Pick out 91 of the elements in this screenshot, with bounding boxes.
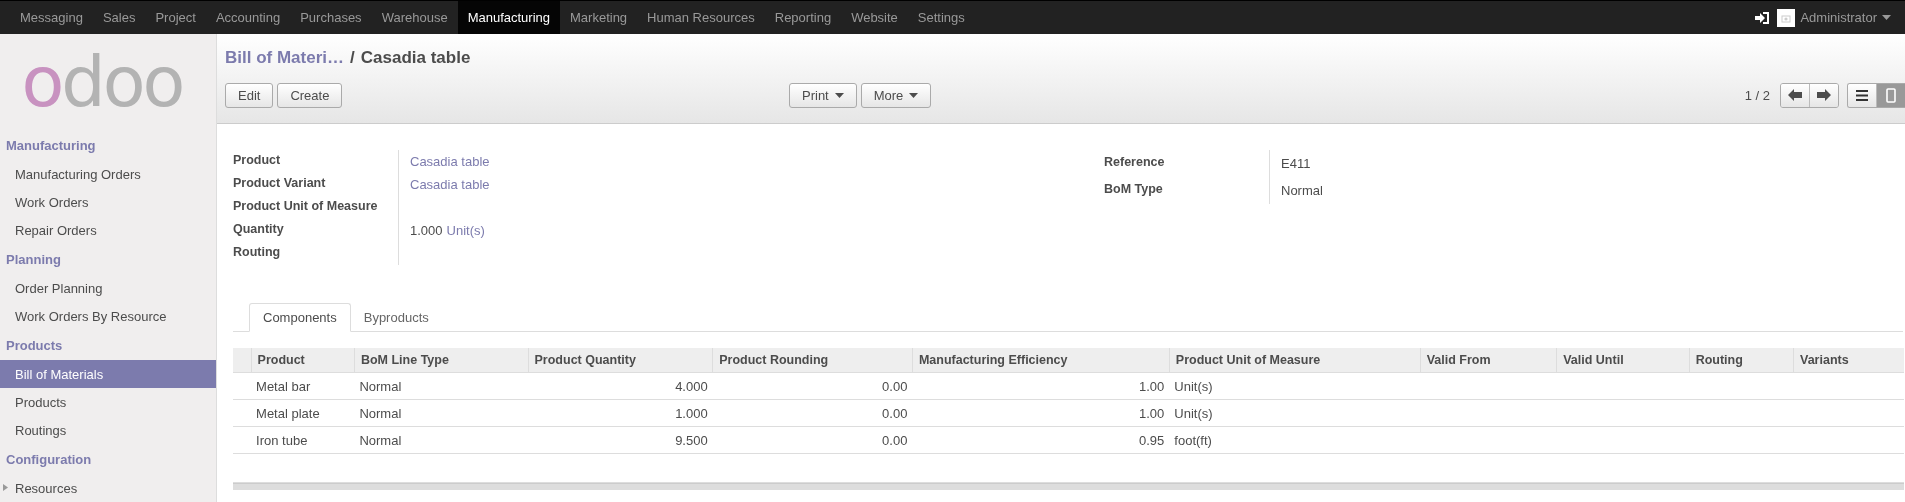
table-cell: 1.00: [912, 399, 1170, 427]
table-cell: Metal bar: [251, 372, 355, 400]
field-label: Quantity: [233, 221, 285, 238]
sidebar-item[interactable]: Resources: [0, 474, 216, 502]
sidebar-item[interactable]: Order Planning: [0, 274, 216, 302]
field-label: Routing: [233, 244, 282, 261]
field-value: 1.000: [410, 223, 443, 238]
field-label: BoM Type: [1104, 181, 1164, 198]
table-cell: 0.95: [912, 426, 1170, 454]
menu-item[interactable]: Purchases: [290, 1, 372, 34]
column-header[interactable]: Valid Until: [1556, 348, 1690, 373]
field-label: Reference: [1104, 154, 1166, 171]
sidebar-item[interactable]: Bill of Materials: [0, 360, 216, 388]
column-header[interactable]: Valid From: [1420, 348, 1557, 373]
form-view-icon: [1886, 87, 1896, 103]
column-header[interactable]: Variants: [1793, 348, 1904, 373]
table-cell: 0.00: [712, 426, 913, 454]
horizontal-scrollbar[interactable]: [233, 483, 1904, 490]
tab[interactable]: Byproducts: [350, 303, 442, 331]
field-label: Product: [233, 152, 282, 169]
caret-icon: [1882, 15, 1891, 20]
pager-counter: 1 / 2: [1744, 87, 1770, 103]
table-cell: 0.00: [712, 372, 913, 400]
avatar-icon: [1777, 8, 1796, 27]
sidebar-item[interactable]: Repair Orders: [0, 216, 216, 244]
table-cell: Unit(s): [1169, 399, 1421, 427]
breadcrumb-link[interactable]: Bill of Materi…: [225, 48, 344, 68]
section-heading: Planning: [5, 250, 62, 269]
field-value: Normal: [1281, 183, 1323, 198]
sign-in-icon: [1755, 11, 1770, 24]
menu-item[interactable]: Warehouse: [371, 1, 458, 34]
breadcrumb-separator: /: [350, 48, 355, 68]
column-header[interactable]: Manufacturing Efficiency: [912, 348, 1170, 373]
menu-item[interactable]: Reporting: [764, 1, 842, 34]
dropdown-button[interactable]: More: [860, 82, 932, 108]
field-label: Product Variant: [233, 175, 327, 192]
left-arrow-icon: [1788, 89, 1802, 101]
menu-item[interactable]: Project: [145, 1, 206, 34]
column-header[interactable]: Product Unit of Measure: [1169, 348, 1421, 373]
user-menu[interactable]: Administrator: [1800, 10, 1877, 25]
menu-item[interactable]: Settings: [907, 1, 975, 34]
tab[interactable]: Components: [249, 303, 351, 332]
next-button[interactable]: [1809, 83, 1838, 107]
menu-item[interactable]: Human Resources: [637, 1, 765, 34]
menu-item[interactable]: Manufacturing: [457, 1, 560, 34]
view-switch-button[interactable]: [1876, 83, 1905, 107]
sidebar-item[interactable]: Products: [0, 388, 216, 416]
column-header[interactable]: Product: [251, 348, 355, 373]
caret-icon: [909, 92, 919, 98]
menu-item[interactable]: Sales: [92, 1, 146, 34]
column-header[interactable]: BoM Line Type: [354, 348, 529, 373]
table-cell: 1.000: [528, 399, 713, 427]
menu-item[interactable]: Website: [841, 1, 908, 34]
section-heading: Configuration: [5, 450, 93, 469]
menu-item[interactable]: Messaging: [10, 1, 93, 34]
view-switch-button[interactable]: [1848, 83, 1876, 107]
table-cell: Unit(s): [1169, 372, 1421, 400]
field-link[interactable]: Casadia table: [410, 177, 490, 192]
list-view-icon: [1856, 89, 1868, 101]
table-cell: 1.00: [912, 372, 1170, 400]
column-header[interactable]: Product Rounding: [712, 348, 913, 373]
caret-icon: [834, 92, 844, 98]
field-link[interactable]: Casadia table: [410, 154, 490, 169]
sidebar-item[interactable]: Work Orders By Resource: [0, 302, 216, 330]
previous-button[interactable]: [1781, 83, 1809, 107]
toolbar-button[interactable]: Create: [277, 82, 343, 108]
section-heading: Manufacturing: [5, 136, 97, 155]
sidebar-item[interactable]: Manufacturing Orders: [0, 160, 216, 188]
table-cell: foot(ft): [1169, 426, 1421, 454]
right-arrow-icon: [1817, 89, 1831, 101]
table-cell: 0.00: [712, 399, 913, 427]
sidebar-item[interactable]: Routings: [0, 416, 216, 444]
table-cell: Normal: [354, 372, 529, 400]
record-title: Casadia table: [360, 48, 471, 68]
table-cell: Metal plate: [251, 399, 355, 427]
dropdown-button[interactable]: Print: [789, 82, 857, 108]
menu-item[interactable]: Marketing: [560, 1, 638, 34]
field-link[interactable]: Unit(s): [446, 223, 485, 238]
table-cell: Normal: [354, 426, 529, 454]
toolbar-button[interactable]: Edit: [225, 82, 274, 108]
column-header[interactable]: Routing: [1689, 348, 1794, 373]
table-cell: Normal: [354, 399, 529, 427]
field-value: E411: [1281, 156, 1311, 171]
table-cell: Iron tube: [251, 426, 355, 454]
menu-item[interactable]: Accounting: [205, 1, 291, 34]
column-header[interactable]: Product Quantity: [528, 348, 713, 373]
table-cell: 9.500: [528, 426, 713, 454]
field-label: Product Unit of Measure: [233, 198, 379, 215]
section-heading: Products: [5, 336, 64, 355]
table-cell: 4.000: [528, 372, 713, 400]
sidebar-item[interactable]: Work Orders: [0, 188, 216, 216]
